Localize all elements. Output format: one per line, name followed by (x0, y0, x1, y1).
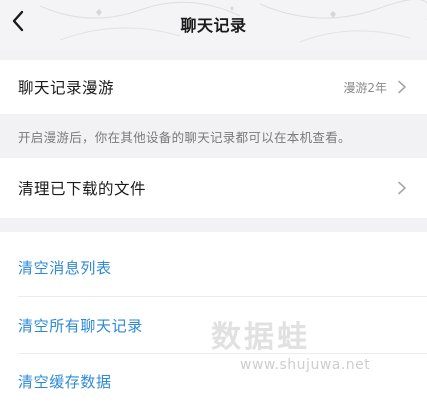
watermark-brand: 数据蛙 (211, 320, 310, 355)
top-bar: 聊天记录 (0, 0, 427, 50)
watermark-url: www.shujuwa.net (240, 357, 371, 373)
roaming-label: 聊天记录漫游 (18, 79, 115, 97)
chevron-right-icon (398, 181, 406, 195)
roaming-value-group: 漫游2年 (343, 79, 407, 96)
chat-history-settings-screen: 聊天记录 聊天记录漫游 漫游2年 开启漫游后，你在其他设备的聊天记录都可以在本机… (0, 0, 427, 408)
page-title: 聊天记录 (180, 16, 247, 35)
roaming-hint-text: 开启漫游后，你在其他设备的聊天记录都可以在本机查看。 (0, 114, 427, 158)
chevron-left-icon (12, 10, 24, 32)
chevron-right-icon (398, 80, 406, 94)
chat-history-roaming-row[interactable]: 聊天记录漫游 漫游2年 (0, 60, 427, 114)
downloaded-files-label: 清理已下载的文件 (18, 180, 147, 198)
clear-message-list-button[interactable]: 清空消息列表 (0, 238, 427, 296)
clear-downloaded-files-row[interactable]: 清理已下载的文件 (0, 158, 427, 218)
roaming-value: 漫游2年 (343, 80, 387, 95)
back-button[interactable] (4, 6, 32, 36)
